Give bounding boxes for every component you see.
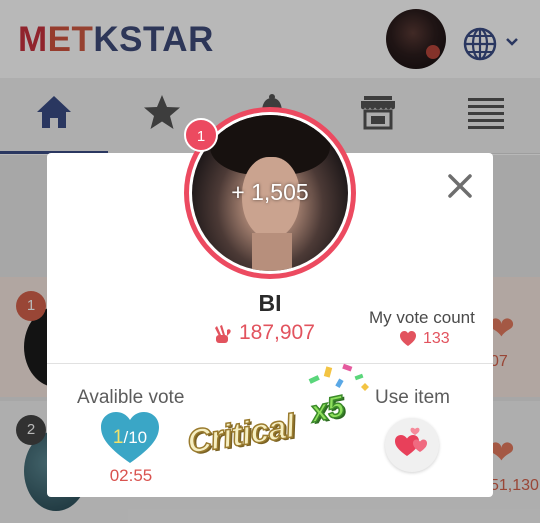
use-item-label: Use item (375, 387, 450, 408)
heart-icon (400, 331, 416, 346)
hearts-item-icon (395, 427, 427, 456)
critical-multiplier: x5 (307, 389, 348, 430)
available-vote-label: Avalible vote (77, 387, 185, 408)
my-vote-count: 133 (399, 330, 469, 352)
total-votes-value: 187,907 (239, 321, 315, 344)
vote-hand-icon (215, 325, 231, 343)
available-vote-count: 1/10 (112, 427, 148, 448)
vote-timer: 02:55 (109, 466, 153, 485)
critical-multiplier-effect: Critical x5 (183, 363, 373, 473)
use-item-button[interactable] (385, 418, 439, 472)
total-votes: 187,907 (212, 321, 332, 345)
my-vote-count-value: 133 (423, 330, 450, 347)
vote-gain: + 1,505 (231, 179, 309, 205)
close-icon[interactable] (447, 173, 473, 199)
my-vote-label: My vote count (369, 308, 475, 327)
rank-badge: 1 (184, 118, 218, 152)
critical-text: Critical (184, 406, 298, 461)
